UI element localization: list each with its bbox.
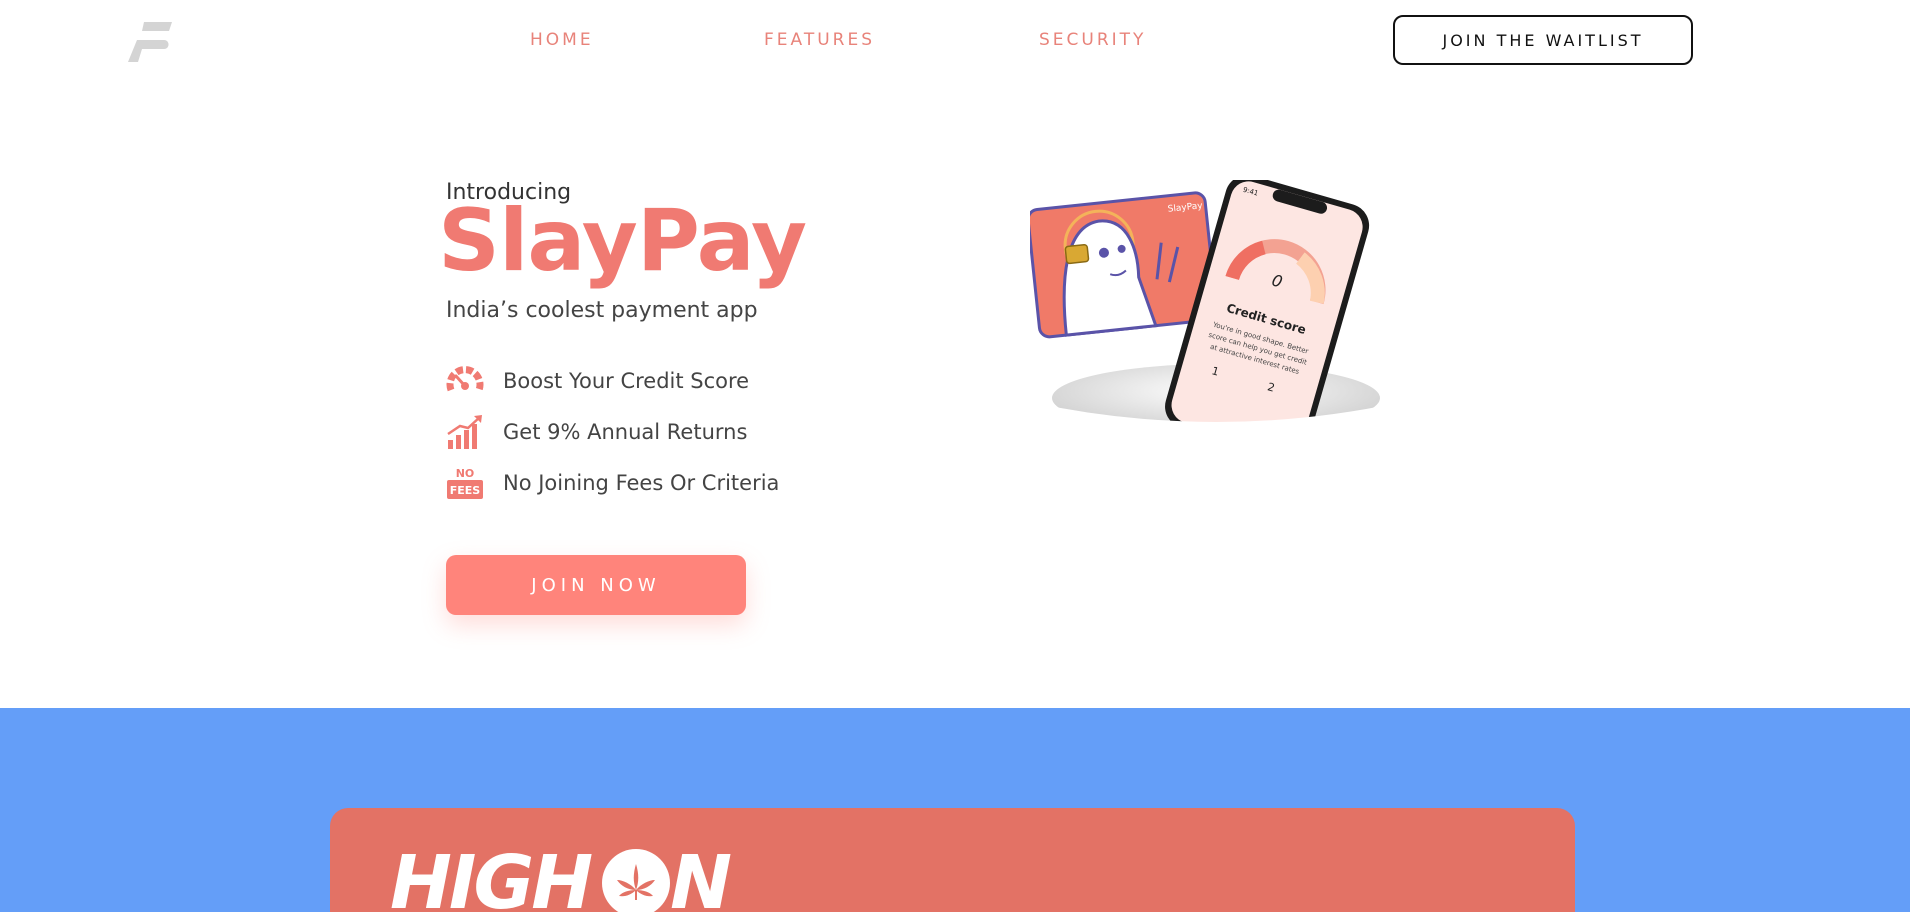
- brand-title: SlayPay: [438, 198, 807, 284]
- nav-features-link[interactable]: FEATURES: [764, 30, 875, 50]
- nav-security-link[interactable]: SECURITY: [1039, 30, 1146, 50]
- no-fees-icon-top-text: NO: [456, 467, 475, 480]
- cannabis-leaf-icon: [602, 849, 671, 912]
- promo-title: HIGH N: [390, 840, 732, 912]
- join-waitlist-button[interactable]: JOIN THE WAITLIST: [1393, 15, 1693, 65]
- promo-title-part-2: N: [670, 840, 732, 912]
- hero-illustration: SlayPay 9:41 0 Credit score You're in go…: [1026, 174, 1430, 458]
- feature-label: No Joining Fees Or Criteria: [503, 471, 780, 495]
- brand-part-pay: Pay: [636, 191, 807, 291]
- speedometer-icon: [446, 364, 484, 398]
- nav-home-link[interactable]: HOME: [530, 30, 594, 50]
- hero-tagline: India’s coolest payment app: [446, 298, 758, 323]
- join-now-button[interactable]: JOIN NOW: [446, 555, 746, 615]
- feature-item-credit-score: Boost Your Credit Score: [446, 364, 749, 398]
- payment-card: SlayPay: [1026, 191, 1219, 339]
- promo-title-part-1: HIGH: [390, 840, 593, 912]
- feature-label: Get 9% Annual Returns: [503, 420, 748, 444]
- growth-chart-icon: [446, 415, 484, 449]
- no-fees-icon: NO FEES: [446, 466, 484, 500]
- brand-part-slay: Slay: [438, 191, 638, 291]
- feature-item-annual-returns: Get 9% Annual Returns: [446, 415, 747, 449]
- feature-label: Boost Your Credit Score: [503, 369, 750, 393]
- no-fees-icon-bottom-text: FEES: [450, 484, 481, 497]
- slaypay-logo-icon[interactable]: [124, 18, 174, 64]
- feature-item-no-fees: NO FEES No Joining Fees Or Criteria: [446, 466, 779, 500]
